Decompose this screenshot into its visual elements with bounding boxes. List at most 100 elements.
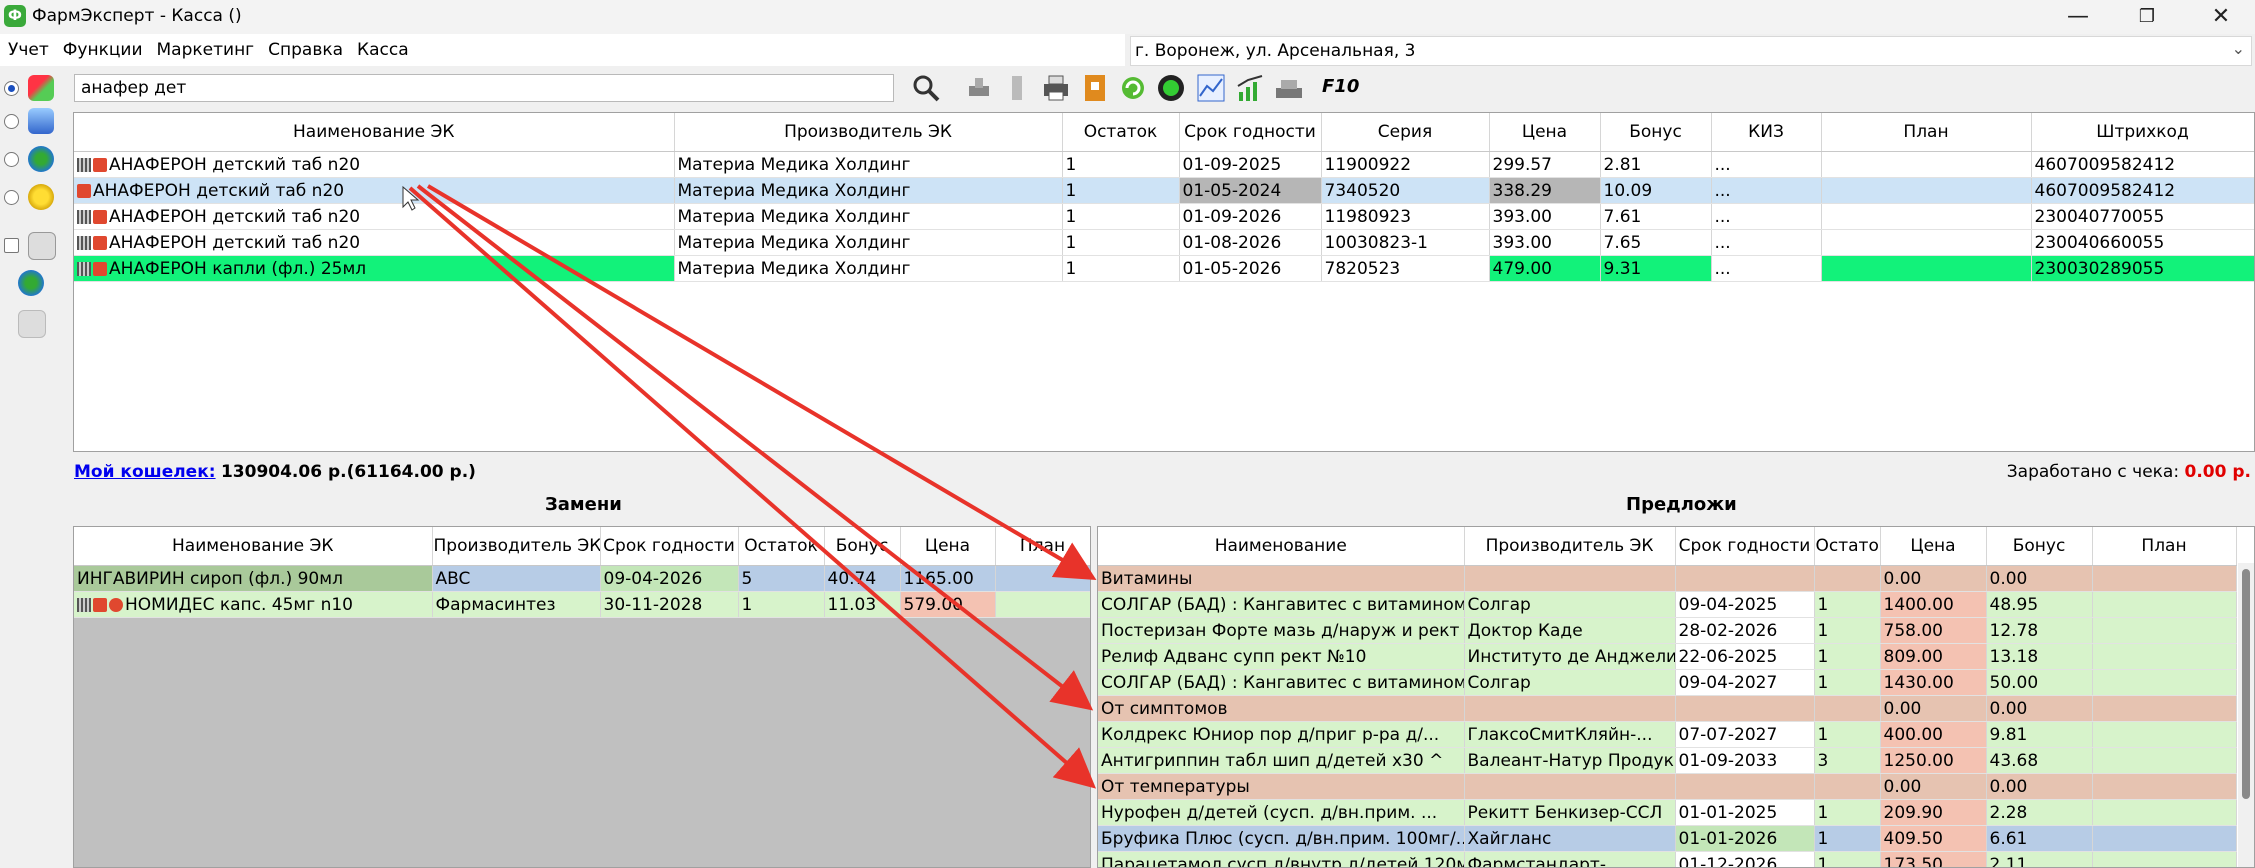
chevron-down-icon: ⌄ (2231, 39, 2245, 58)
search-input[interactable] (75, 75, 887, 101)
menu-help[interactable]: Справка (260, 34, 349, 60)
cell-stock: 1 (1062, 151, 1180, 178)
mode-radio-1[interactable] (4, 81, 19, 96)
col-name[interactable]: Наименование (1098, 527, 1465, 566)
col-kiz[interactable]: КИЗ (1711, 113, 1822, 152)
table-row[interactable]: АНАФЕРОН детский таб n20 Материа Медика … (74, 151, 2254, 178)
col-bonus[interactable]: Бонус (1600, 113, 1712, 152)
table-row-highlighted[interactable]: АНАФЕРОН капли (фл.) 25мл Материа Медика… (74, 255, 2254, 282)
table-row[interactable]: Нурофен д/детей (сусп. д/вн.прим. ... Рек… (1098, 799, 2237, 826)
table-row-selected[interactable]: АНАФЕРОН детский таб n20 Материа Медика … (74, 177, 2254, 204)
cell-maker: Материа Медика Холдинг (674, 151, 1063, 178)
filter-checkbox[interactable] (4, 238, 19, 253)
menu-marketing[interactable]: Маркетинг (149, 34, 261, 60)
chart-icon[interactable] (1195, 72, 1227, 104)
table-row[interactable]: АНАФЕРОН детский таб n20 Материа Медика … (74, 203, 2254, 230)
category-row[interactable]: Витамины 0.00 0.00 (1098, 565, 2237, 592)
mode-radio-3[interactable] (4, 152, 19, 167)
col-maker[interactable]: Производитель ЭК (432, 527, 601, 566)
table-row[interactable]: Бруфика Плюс (сусп. д/вн.прим. 100мг/...… (1098, 825, 2237, 852)
cell-price: 479.00 (1489, 255, 1601, 282)
restore-icon[interactable]: ❐ (2114, 0, 2180, 34)
mode-radio-2[interactable] (4, 114, 19, 129)
menu-uchet[interactable]: Учет (0, 34, 55, 60)
col-bonus[interactable]: Бонус (824, 527, 901, 566)
cell-plan (2092, 721, 2237, 748)
pills-icon[interactable] (28, 75, 54, 101)
cell-series: 11980923 (1321, 203, 1490, 230)
menu-kassa[interactable]: Касса (349, 34, 415, 60)
search-field[interactable] (74, 74, 894, 102)
globe-icon[interactable] (28, 146, 54, 172)
stats-icon[interactable] (1234, 72, 1266, 104)
cell-kiz[interactable]: ... (1711, 255, 1822, 282)
cell-maker: Солгар (1464, 669, 1676, 696)
scrollbar[interactable] (2238, 563, 2254, 867)
globe-icon[interactable] (18, 270, 44, 296)
book-icon[interactable] (1079, 72, 1111, 104)
table-row[interactable]: СОЛГАР (БАД) : Кангавитес с витамином ..… (1098, 591, 2237, 618)
category-row[interactable]: От температуры 0.00 0.00 (1098, 773, 2237, 800)
cell-expiry: 01-01-2025 (1675, 799, 1815, 826)
table-row[interactable]: Парацетамол сусп д/внутр д/детей 120мг..… (1098, 851, 2237, 867)
col-stock[interactable]: Остаток (738, 527, 825, 566)
table-row[interactable]: Релиф Адванс супп рект №10 Институто де А… (1098, 643, 2237, 670)
coins-icon[interactable] (28, 184, 54, 210)
wallet-link[interactable]: Мой кошелек: (74, 462, 216, 482)
mode-radio-4[interactable] (4, 190, 19, 205)
close-icon[interactable]: ✕ (2188, 0, 2254, 34)
col-plan[interactable]: План (995, 527, 1090, 566)
col-maker[interactable]: Производитель ЭК (1464, 527, 1676, 566)
shield-icon[interactable] (1155, 72, 1187, 104)
col-price[interactable]: Цена (900, 527, 996, 566)
table-row[interactable]: АНАФЕРОН детский таб n20 Материа Медика … (74, 229, 2254, 256)
menu-functions[interactable]: Функции (55, 34, 149, 60)
document-check-icon[interactable] (28, 232, 56, 260)
bottle-icon[interactable] (28, 108, 54, 134)
col-plan[interactable]: План (2092, 527, 2237, 566)
col-maker[interactable]: Производитель ЭК (674, 113, 1063, 152)
col-expiry[interactable]: Срок годности (1675, 527, 1815, 566)
col-expiry[interactable]: Срок годности (600, 527, 739, 566)
cell-kiz[interactable]: ... (1711, 229, 1822, 256)
cell-plan (2092, 643, 2237, 670)
col-series[interactable]: Серия (1321, 113, 1490, 152)
scrollbar-thumb[interactable] (2242, 569, 2250, 799)
prescription-icon (93, 261, 107, 276)
col-barcode[interactable]: Штрихкод (2031, 113, 2254, 152)
wallet-value: 130904.06 р.(61164.00 р.) (220, 462, 476, 482)
f10-button[interactable]: F10 (1322, 76, 1359, 97)
table-row[interactable]: СОЛГАР (БАД) : Кангавитес с витамином ..… (1098, 669, 2237, 696)
document-icon[interactable] (18, 310, 46, 338)
col-stock[interactable]: Остаток (1814, 527, 1881, 566)
cell-maker: ABC (432, 565, 601, 592)
col-name[interactable]: Наименование ЭК (74, 113, 675, 152)
printer-icon[interactable] (1040, 72, 1072, 104)
cell-name: АНАФЕРОН капли (фл.) 25мл (74, 255, 675, 282)
cell-price: 0.00 (1880, 695, 1987, 722)
col-bonus[interactable]: Бонус (1986, 527, 2093, 566)
col-price[interactable]: Цена (1489, 113, 1601, 152)
stamp-icon[interactable] (963, 72, 995, 104)
minimize-icon[interactable]: — (2045, 0, 2111, 34)
col-stock[interactable]: Остаток (1062, 113, 1180, 152)
col-price[interactable]: Цена (1880, 527, 1987, 566)
col-plan[interactable]: План (1821, 113, 2032, 152)
col-name[interactable]: Наименование ЭК (74, 527, 433, 566)
table-row[interactable]: Антигриппин табл шип д/детей х30 ^ Валеан… (1098, 747, 2237, 774)
table-row[interactable]: Постеризан Форте мазь д/наруж и рект ...… (1098, 617, 2237, 644)
refresh-icon[interactable] (1117, 72, 1149, 104)
cell-kiz[interactable]: ... (1711, 177, 1822, 204)
address-select[interactable]: г. Воронеж, ул. Арсенальная, 3 ⌄ (1130, 36, 2252, 66)
col-expiry[interactable]: Срок годности (1179, 113, 1322, 152)
cell-kiz[interactable]: ... (1711, 203, 1822, 230)
table-row[interactable]: НОМИДЕС капс. 45мг n10 Фармасинтез 30-11… (74, 591, 1090, 618)
search-icon[interactable] (910, 72, 942, 104)
table-row[interactable]: Колдрекс Юниор пор д/приг р-ра д/... Глак… (1098, 721, 2237, 748)
category-row[interactable]: От симптомов 0.00 0.00 (1098, 695, 2237, 722)
cash-register-icon[interactable] (1273, 72, 1305, 104)
table-row[interactable]: ИНГАВИРИН сироп (фл.) 90мл ABC 09-04-202… (74, 565, 1090, 592)
cell-expiry (1675, 695, 1815, 722)
cell-kiz[interactable]: ... (1711, 151, 1822, 178)
scanner-icon[interactable] (1002, 72, 1034, 104)
